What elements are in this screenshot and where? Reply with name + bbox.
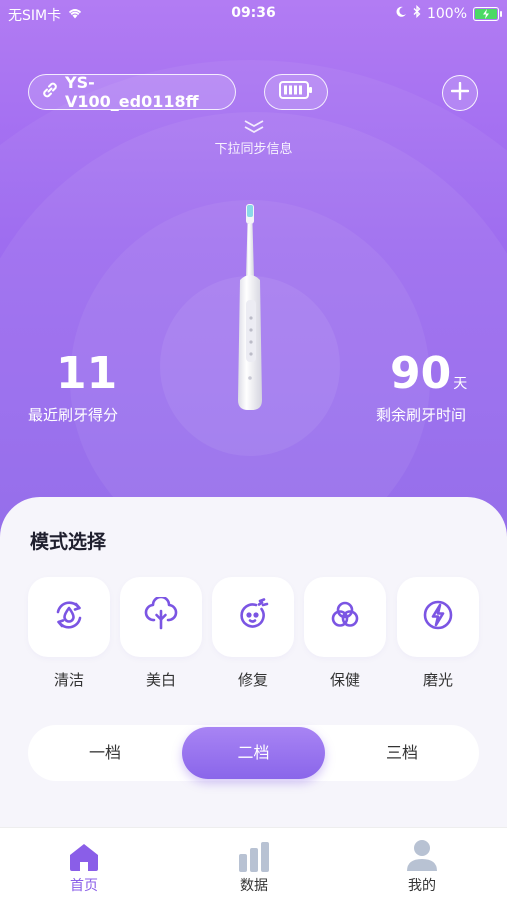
device-name: YS-V100_ed0118ff — [65, 73, 199, 111]
link-icon — [39, 79, 61, 105]
mode-polish[interactable]: 磨光 — [397, 577, 479, 690]
tab-label: 我的 — [408, 878, 436, 894]
mode-tile[interactable] — [120, 577, 202, 657]
battery-icon — [279, 81, 313, 103]
mode-care[interactable]: 保健 — [304, 577, 386, 690]
remaining-label: 剩余刷牙时间 — [376, 406, 467, 424]
plus-icon — [450, 81, 470, 104]
tab-home[interactable]: 首页 — [44, 836, 124, 895]
battery-status-icon — [473, 6, 502, 21]
clean-icon — [51, 597, 87, 637]
remaining-value-row: 90 天 — [390, 352, 467, 396]
mode-card: 模式选择 清洁 美白 修复 保健 磨光 一档 二档 三档 — [0, 497, 507, 827]
mode-label: 清洁 — [53, 671, 84, 689]
score-label: 最近刷牙得分 — [28, 406, 119, 424]
whitening-icon — [143, 595, 179, 637]
battery-percent: 100% — [426, 5, 467, 22]
double-chevron-down-icon — [0, 118, 507, 138]
toothbrush-image — [232, 200, 268, 412]
care-icon — [327, 597, 363, 637]
status-bar: 无SIM卡 09:36 100% — [0, 0, 507, 28]
mode-section-title: 模式选择 — [30, 531, 107, 553]
add-device-button[interactable] — [442, 75, 478, 111]
mode-label: 磨光 — [422, 671, 453, 689]
data-icon — [214, 836, 294, 872]
tab-profile[interactable]: 我的 — [382, 836, 462, 895]
hero-panel: 无SIM卡 09:36 100% YS-V100_ed0118ff 下拉同步信息… — [0, 0, 507, 540]
score-value: 11 — [56, 348, 118, 399]
mode-whitening[interactable]: 美白 — [120, 577, 202, 690]
device-selector[interactable]: YS-V100_ed0118ff — [28, 73, 236, 111]
mode-label: 美白 — [145, 671, 176, 689]
mode-tile[interactable] — [212, 577, 294, 657]
mode-tile[interactable] — [28, 577, 110, 657]
pull-to-sync-hint: 下拉同步信息 — [0, 118, 507, 157]
mode-label: 修复 — [237, 671, 268, 689]
mode-clean[interactable]: 清洁 — [28, 577, 110, 690]
remaining-stat: 90 天 剩余刷牙时间 — [376, 352, 467, 425]
home-icon — [44, 836, 124, 872]
tab-data[interactable]: 数据 — [214, 836, 294, 895]
remaining-unit: 天 — [453, 376, 468, 392]
device-battery-button[interactable] — [264, 74, 328, 110]
mode-tile[interactable] — [304, 577, 386, 657]
bluetooth-icon — [413, 4, 421, 22]
tab-label: 首页 — [70, 878, 98, 894]
profile-icon — [382, 836, 462, 872]
gear-option-3[interactable]: 三档 — [330, 725, 474, 781]
tab-label: 数据 — [240, 878, 268, 894]
moon-icon — [395, 6, 407, 22]
mode-tile[interactable] — [397, 577, 479, 657]
repair-icon — [235, 597, 271, 637]
status-right: 100% — [395, 4, 502, 22]
gear-selector: 一档 二档 三档 — [28, 725, 479, 781]
mode-repair[interactable]: 修复 — [212, 577, 294, 690]
gear-option-1[interactable]: 一档 — [33, 725, 177, 781]
polish-icon — [420, 597, 456, 637]
gear-option-2[interactable]: 二档 — [182, 727, 325, 779]
score-stat: 11 最近刷牙得分 — [28, 352, 118, 425]
pull-hint-text: 下拉同步信息 — [214, 142, 293, 157]
remaining-value: 90 — [390, 348, 452, 399]
mode-label: 保健 — [329, 671, 360, 689]
tab-bar: 首页 数据 我的 — [0, 827, 507, 901]
